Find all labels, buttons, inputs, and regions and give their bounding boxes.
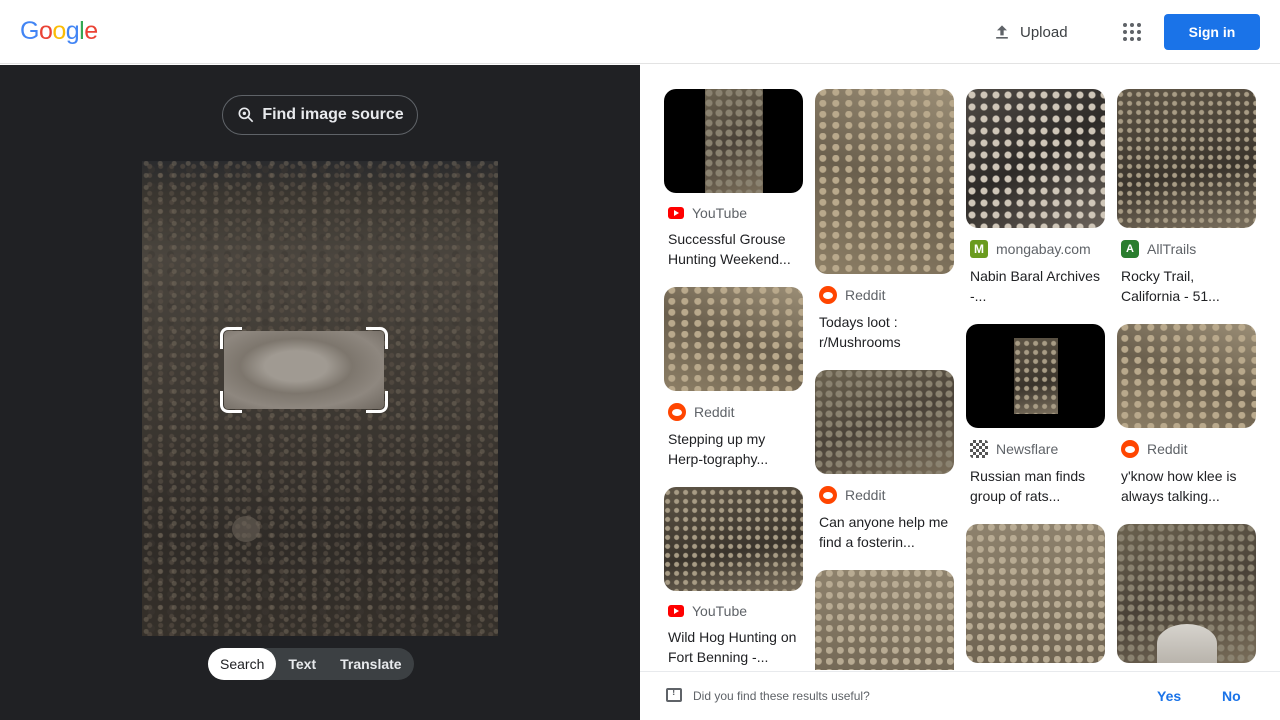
- apps-grid-icon[interactable]: [1120, 20, 1144, 44]
- result-card[interactable]: [1117, 524, 1256, 663]
- result-card[interactable]: Mmongabay.com Nabin Baral Archives -...: [966, 89, 1105, 306]
- feedback-yes-button[interactable]: Yes: [1157, 688, 1181, 704]
- mongabay-icon: M: [970, 240, 988, 258]
- result-thumbnail[interactable]: [815, 370, 954, 474]
- feedback-no-button[interactable]: No: [1222, 688, 1241, 704]
- crop-handle-bottom-right[interactable]: [366, 391, 388, 413]
- youtube-icon: [668, 207, 684, 219]
- result-card[interactable]: Reddit Todays loot : r/Mushrooms: [815, 89, 954, 352]
- crop-handle-top-left[interactable]: [220, 327, 242, 349]
- result-thumbnail[interactable]: [664, 287, 803, 391]
- result-card[interactable]: A AllTrails Rocky Trail, California - 51.…: [1117, 89, 1256, 306]
- result-thumbnail[interactable]: [1117, 524, 1256, 663]
- result-title[interactable]: Russian man finds group of rats...: [966, 466, 1105, 506]
- feedback-bar: Did you find these results useful? Yes N…: [640, 671, 1280, 720]
- result-title[interactable]: Successful Grouse Hunting Weekend...: [664, 229, 803, 269]
- sign-in-button[interactable]: Sign in: [1164, 14, 1260, 50]
- result-title[interactable]: Can anyone help me find a fosterin...: [815, 512, 954, 552]
- newsflare-icon: [970, 440, 988, 458]
- feedback-icon: [666, 687, 682, 702]
- result-thumbnail[interactable]: [815, 89, 954, 274]
- crop-selection-box[interactable]: [220, 327, 388, 413]
- results-column-1: YouTube Successful Grouse Hunting Weeken…: [664, 89, 803, 670]
- reddit-icon: [819, 486, 837, 504]
- lens-search-icon: [238, 107, 254, 123]
- result-thumbnail[interactable]: [664, 487, 803, 591]
- results-column-3: Mmongabay.com Nabin Baral Archives -... …: [966, 89, 1105, 670]
- result-thumbnail[interactable]: [815, 570, 954, 670]
- result-thumbnail[interactable]: [966, 324, 1105, 428]
- upload-label: Upload: [1020, 23, 1068, 41]
- top-bar: Google Upload Sign in: [0, 0, 1280, 64]
- crop-handle-top-right[interactable]: [366, 327, 388, 349]
- result-card[interactable]: [815, 570, 954, 670]
- lens-mode-tabs: Search Text Translate: [208, 648, 414, 680]
- result-thumbnail[interactable]: [966, 89, 1105, 228]
- reddit-icon: [1121, 440, 1139, 458]
- results-column-4: A AllTrails Rocky Trail, California - 51.…: [1117, 89, 1256, 670]
- results-column-2: Reddit Todays loot : r/Mushrooms Reddit …: [815, 89, 954, 670]
- result-card[interactable]: YouTube Wild Hog Hunting on Fort Benning…: [664, 487, 803, 667]
- selected-region: [224, 331, 384, 409]
- result-title[interactable]: Nabin Baral Archives -...: [966, 266, 1105, 306]
- reddit-icon: [668, 403, 686, 421]
- result-card[interactable]: [966, 524, 1105, 663]
- youtube-icon: [668, 605, 684, 617]
- result-title[interactable]: Rocky Trail, California - 51...: [1117, 266, 1256, 306]
- upload-icon: [996, 25, 1008, 39]
- result-title[interactable]: Wild Hog Hunting on Fort Benning -...: [664, 627, 803, 667]
- reddit-icon: [819, 286, 837, 304]
- google-logo[interactable]: Google: [20, 17, 98, 46]
- tab-translate[interactable]: Translate: [328, 648, 413, 680]
- lens-image-panel: Find image source Search Text Translate: [0, 65, 640, 720]
- result-card[interactable]: Reddit Stepping up my Herp-tography...: [664, 287, 803, 469]
- result-title[interactable]: Stepping up my Herp-tography...: [664, 429, 803, 469]
- result-thumbnail[interactable]: [1117, 89, 1256, 228]
- tab-text[interactable]: Text: [276, 648, 328, 680]
- result-card[interactable]: YouTube Successful Grouse Hunting Weeken…: [664, 89, 803, 269]
- alltrails-icon: A: [1121, 240, 1139, 258]
- result-title[interactable]: Todays loot : r/Mushrooms: [815, 312, 954, 352]
- feedback-question: Did you find these results useful?: [693, 689, 870, 703]
- upload-button[interactable]: Upload: [992, 20, 1068, 44]
- result-card[interactable]: Reddit y'know how klee is always talking…: [1117, 324, 1256, 506]
- results-panel: YouTube Successful Grouse Hunting Weeken…: [640, 65, 1280, 670]
- result-thumbnail[interactable]: [966, 524, 1105, 663]
- result-thumbnail[interactable]: [664, 89, 803, 193]
- crop-handle-bottom-left[interactable]: [220, 391, 242, 413]
- find-image-source-button[interactable]: Find image source: [222, 95, 418, 135]
- result-card[interactable]: Newsflare Russian man finds group of rat…: [966, 324, 1105, 506]
- result-thumbnail[interactable]: [1117, 324, 1256, 428]
- result-title[interactable]: y'know how klee is always talking...: [1117, 466, 1256, 506]
- tab-search[interactable]: Search: [208, 648, 277, 680]
- result-card[interactable]: Reddit Can anyone help me find a fosteri…: [815, 370, 954, 552]
